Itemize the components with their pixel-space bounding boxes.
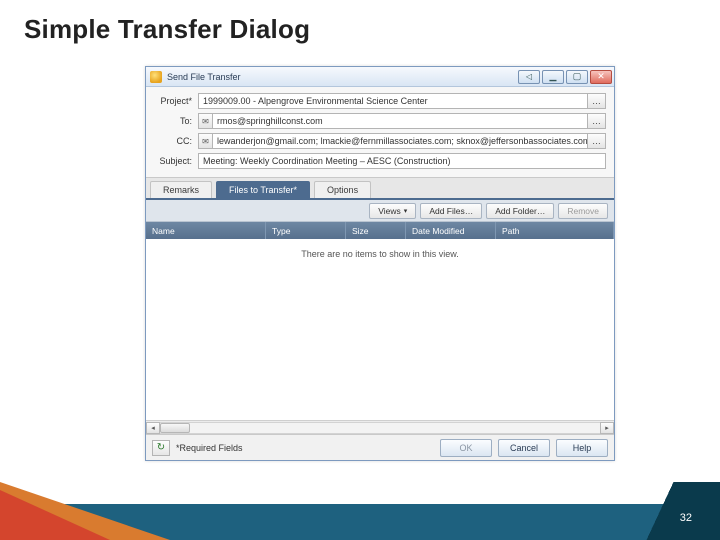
project-picker-button[interactable]: … [588, 93, 606, 109]
send-file-transfer-dialog: Send File Transfer ◁ ▁ ▢ ✕ Project* 1999… [145, 66, 615, 461]
cc-field[interactable]: lewanderjon@gmail.com; lmackie@fernmilla… [212, 133, 588, 149]
to-address-book-icon[interactable]: ✉ [198, 113, 212, 129]
window-buttons: ◁ ▁ ▢ ✕ [518, 70, 612, 84]
views-button[interactable]: Views ▾ [369, 203, 416, 219]
maximize-button[interactable]: ▢ [566, 70, 588, 84]
to-label: To: [154, 116, 198, 126]
cancel-button[interactable]: Cancel [498, 439, 550, 457]
tab-options[interactable]: Options [314, 181, 371, 198]
to-field[interactable]: rmos@springhillconst.com [212, 113, 588, 129]
tab-bar: Remarks Files to Transfer* Options [146, 178, 614, 200]
project-field[interactable]: 1999009.00 - Alpengrove Environmental Sc… [198, 93, 588, 109]
slide-title: Simple Transfer Dialog [24, 14, 310, 45]
empty-list-message: There are no items to show in this view. [146, 239, 614, 259]
close-button[interactable]: ✕ [590, 70, 612, 84]
file-list: There are no items to show in this view. [146, 239, 614, 420]
add-folder-button[interactable]: Add Folder… [486, 203, 554, 219]
column-path[interactable]: Path [496, 222, 614, 239]
titlebar: Send File Transfer ◁ ▁ ▢ ✕ [146, 67, 614, 87]
scroll-track[interactable] [160, 422, 600, 434]
required-fields-note: *Required Fields [176, 443, 243, 453]
remove-button[interactable]: Remove [558, 203, 608, 219]
scroll-right-arrow-icon[interactable]: ▸ [600, 422, 614, 434]
prev-window-button[interactable]: ◁ [518, 70, 540, 84]
tab-remarks[interactable]: Remarks [150, 181, 212, 198]
column-header-row: Name Type Size Date Modified Path [146, 222, 614, 239]
form-area: Project* 1999009.00 - Alpengrove Environ… [146, 87, 614, 178]
help-button[interactable]: Help [556, 439, 608, 457]
subject-row: Subject: Meeting: Weekly Coordination Me… [154, 153, 606, 169]
column-date-modified[interactable]: Date Modified [406, 222, 496, 239]
dialog-footer: ↻ *Required Fields OK Cancel Help [146, 434, 614, 460]
file-toolbar: Views ▾ Add Files… Add Folder… Remove [146, 200, 614, 222]
cc-picker-button[interactable]: … [588, 133, 606, 149]
views-label: Views [378, 206, 401, 216]
cc-label: CC: [154, 136, 198, 146]
subject-label: Subject: [154, 156, 198, 166]
chevron-down-icon: ▾ [404, 207, 408, 215]
add-files-button[interactable]: Add Files… [420, 203, 482, 219]
app-icon [150, 71, 162, 83]
column-size[interactable]: Size [346, 222, 406, 239]
project-label: Project* [154, 96, 198, 106]
scroll-left-arrow-icon[interactable]: ◂ [146, 422, 160, 434]
cc-row: CC: ✉ lewanderjon@gmail.com; lmackie@fer… [154, 133, 606, 149]
tab-files-to-transfer[interactable]: Files to Transfer* [216, 181, 310, 198]
to-row: To: ✉ rmos@springhillconst.com … [154, 113, 606, 129]
column-name[interactable]: Name [146, 222, 266, 239]
subject-field[interactable]: Meeting: Weekly Coordination Meeting – A… [198, 153, 606, 169]
refresh-icon[interactable]: ↻ [152, 440, 170, 456]
column-type[interactable]: Type [266, 222, 346, 239]
minimize-button[interactable]: ▁ [542, 70, 564, 84]
window-title: Send File Transfer [167, 72, 241, 82]
to-picker-button[interactable]: … [588, 113, 606, 129]
slide-decoration [0, 482, 720, 540]
scroll-thumb[interactable] [160, 423, 190, 433]
project-row: Project* 1999009.00 - Alpengrove Environ… [154, 93, 606, 109]
page-number: 32 [680, 512, 692, 524]
cc-address-book-icon[interactable]: ✉ [198, 133, 212, 149]
horizontal-scrollbar[interactable]: ◂ ▸ [146, 420, 614, 434]
ok-button[interactable]: OK [440, 439, 492, 457]
